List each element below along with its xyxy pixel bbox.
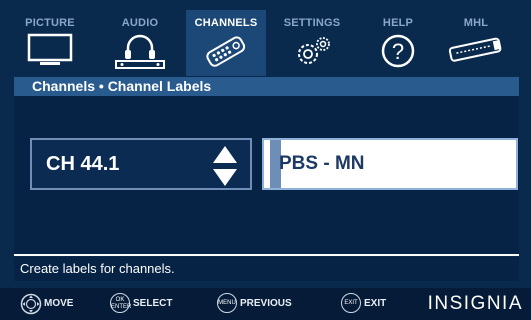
select-label: SELECT — [133, 298, 173, 309]
tab-mhl[interactable]: MHL — [436, 10, 516, 76]
bottom-button-bar: MOVE OK ENTER SELECT MENU PREVIOUS EXIT … — [0, 288, 531, 320]
gears-icon — [288, 32, 336, 75]
up-down-arrows-icon[interactable] — [212, 144, 238, 193]
dpad-icon — [20, 293, 42, 320]
menu-key-icon: MENU — [217, 293, 237, 313]
remote-control-icon — [201, 32, 251, 75]
ok-enter-key-icon: OK ENTER — [110, 293, 132, 313]
help-text-bar: Create labels for channels. — [14, 257, 519, 281]
breadcrumb: Channels • Channel Labels — [32, 78, 212, 94]
tab-channels-label: CHANNELS — [194, 17, 258, 29]
tab-picture[interactable]: PICTURE — [10, 10, 90, 76]
tv-menu-screen: PICTURE AUDIO CHANNELS SETTINGS HELP ? M… — [0, 0, 531, 320]
tab-help[interactable]: HELP ? — [358, 10, 438, 76]
tab-picture-label: PICTURE — [25, 17, 75, 29]
mhl-cable-icon — [446, 32, 506, 71]
divider — [14, 254, 519, 256]
question-icon: ? — [378, 32, 418, 75]
svg-text:?: ? — [392, 39, 404, 64]
exit-label: EXIT — [364, 298, 387, 309]
tab-mhl-label: MHL — [463, 17, 489, 29]
ok-key-text: OK — [115, 297, 125, 303]
enter-key-text: ENTER — [111, 304, 132, 310]
breadcrumb-bar: Channels • Channel Labels — [14, 77, 519, 96]
channel-selector[interactable]: CH 44.1 — [30, 138, 252, 190]
tv-icon — [26, 32, 74, 73]
top-menu-bar: PICTURE AUDIO CHANNELS SETTINGS HELP ? M… — [10, 10, 520, 76]
move-label: MOVE — [44, 298, 74, 309]
tab-audio-label: AUDIO — [121, 17, 159, 29]
tab-channels[interactable]: CHANNELS — [186, 10, 266, 76]
headphones-speaker-icon — [112, 32, 168, 75]
channel-label-value: PBS - MN — [279, 153, 365, 174]
tab-audio[interactable]: AUDIO — [100, 10, 180, 76]
channel-label-input[interactable]: PBS - MN — [262, 138, 518, 190]
tab-help-label: HELP — [382, 17, 414, 29]
exit-key-icon: EXIT — [341, 293, 361, 313]
tab-settings-label: SETTINGS — [283, 17, 341, 29]
previous-label: PREVIOUS — [240, 298, 292, 309]
brand-logo: INSIGNIA — [427, 293, 523, 314]
tab-settings[interactable]: SETTINGS — [272, 10, 352, 76]
help-text: Create labels for channels. — [20, 261, 175, 276]
channel-number: CH 44.1 — [46, 153, 120, 175]
